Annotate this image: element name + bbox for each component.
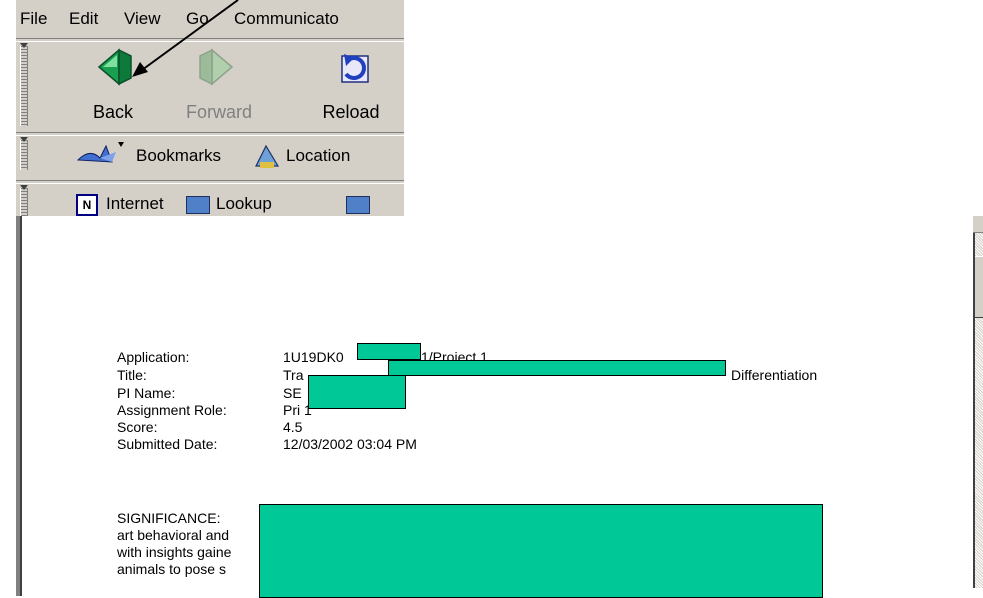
value-application-prefix: 1U19DK0 (283, 349, 344, 365)
label-application: Application: (117, 349, 190, 365)
row-score: Score: 4.5 (117, 420, 867, 435)
value-pi-name: SE (283, 385, 302, 401)
body-line: art behavioral and (117, 527, 230, 543)
label-score: Score: (117, 419, 158, 435)
label-title: Title: (117, 367, 147, 383)
redaction-application (357, 343, 421, 360)
value-submitted-date: 12/03/2002 03:04 PM (283, 436, 417, 452)
window-frame-left (16, 216, 22, 596)
row-assignment-role: Assignment Role: Pri 1 (117, 403, 867, 418)
scroll-thumb[interactable] (975, 256, 983, 318)
value-title-suffix: Differentiation (731, 367, 818, 383)
body-line: SIGNIFICANCE: (117, 510, 221, 526)
label-pi-name: PI Name: (117, 385, 176, 401)
value-title-prefix: Tra (283, 367, 304, 383)
body-line: with insights gaine (117, 544, 232, 560)
label-assignment-role: Assignment Role: (117, 402, 227, 418)
redaction-significance (259, 504, 823, 598)
redaction-pi-name (308, 375, 406, 409)
row-submitted-date: Submitted Date: 12/03/2002 03:04 PM (117, 437, 867, 452)
scroll-up-button[interactable] (973, 216, 983, 233)
row-pi-name: PI Name: SE (117, 386, 867, 401)
value-score: 4.5 (283, 419, 303, 435)
redaction-title (388, 360, 726, 376)
body-line: animals to pose s (117, 561, 226, 577)
significance-paragraph: SIGNIFICANCE: art behavioral and with in… (117, 510, 231, 578)
label-submitted-date: Submitted Date: (117, 436, 218, 452)
